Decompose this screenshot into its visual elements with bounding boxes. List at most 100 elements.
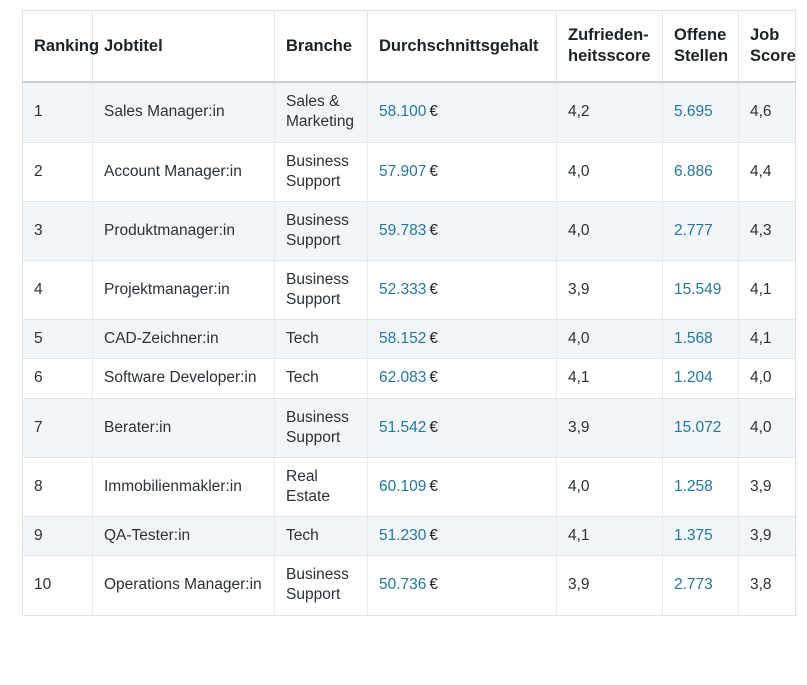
cell-offene-stellen: 15.549 xyxy=(662,260,739,321)
column-header-jobtitel[interactable]: Jobtitel xyxy=(92,10,275,84)
cell-durchschnittsgehalt: 51.542 € xyxy=(367,398,557,458)
cell-jobtitel: Immobilienmakler:in xyxy=(92,457,275,518)
table-row[interactable]: 10 Operations Manager:in Business Support 5… xyxy=(22,555,796,616)
salary-value[interactable]: 62.083 xyxy=(379,369,426,386)
cell-job-score: 4,0 xyxy=(738,358,796,399)
cell-ranking: 5 xyxy=(22,319,93,360)
table-row[interactable]: 8 Immobilienmakler:in Real Estate 60.109 €4,… xyxy=(22,457,796,518)
cell-job-score: 4,1 xyxy=(738,260,796,321)
cell-ranking: 4 xyxy=(22,260,93,321)
cell-jobtitel: QA-Tester:in xyxy=(92,516,275,557)
cell-durchschnittsgehalt: 62.083 € xyxy=(367,358,557,399)
open-positions-value[interactable]: 5.695 xyxy=(674,103,713,120)
cell-branche: Tech xyxy=(274,516,368,557)
open-positions-value[interactable]: 1.258 xyxy=(674,478,713,495)
cell-jobtitel: Operations Manager:in xyxy=(92,555,275,616)
column-header-ranking[interactable]: Ranking xyxy=(22,10,99,84)
salary-value[interactable]: 51.230 xyxy=(379,527,426,544)
cell-branche: Business Support xyxy=(274,398,368,458)
cell-branche: Real Estate xyxy=(274,457,368,518)
open-positions-value[interactable]: 1.375 xyxy=(674,527,713,544)
cell-job-score: 3,8 xyxy=(738,555,796,616)
cell-offene-stellen: 1.568 xyxy=(662,319,739,360)
euro-symbol: € xyxy=(429,369,439,387)
cell-jobtitel: Berater:in xyxy=(92,398,275,458)
table-body: 1 Sales Manager:in Sales & Marketing 58.100… xyxy=(22,82,796,616)
table-header-row: Ranking Jobtitel Branche Durchschnittsge… xyxy=(22,10,796,84)
cell-branche: Business Support xyxy=(274,201,368,262)
cell-zufriedenheitsscore: 4,0 xyxy=(556,142,663,202)
open-positions-value[interactable]: 15.072 xyxy=(674,419,721,436)
cell-ranking: 2 xyxy=(22,142,93,202)
column-header-job-score[interactable]: Job Score xyxy=(738,10,796,84)
cell-ranking: 7 xyxy=(22,398,93,458)
cell-durchschnittsgehalt: 50.736 € xyxy=(367,555,557,616)
euro-symbol: € xyxy=(429,162,439,180)
cell-offene-stellen: 2.777 xyxy=(662,201,739,262)
cell-job-score: 4,0 xyxy=(738,398,796,458)
cell-branche: Business Support xyxy=(274,260,368,321)
cell-ranking: 6 xyxy=(22,358,93,399)
open-positions-value[interactable]: 2.777 xyxy=(674,222,713,239)
cell-job-score: 3,9 xyxy=(738,457,796,518)
cell-zufriedenheitsscore: 3,9 xyxy=(556,260,663,321)
open-positions-value[interactable]: 2.773 xyxy=(674,576,713,593)
cell-durchschnittsgehalt: 51.230 € xyxy=(367,516,557,557)
cell-zufriedenheitsscore: 3,9 xyxy=(556,555,663,616)
cell-zufriedenheitsscore: 4,2 xyxy=(556,82,663,143)
job-ranking-table: Ranking Jobtitel Branche Durchschnittsge… xyxy=(22,10,796,616)
open-positions-value[interactable]: 6.886 xyxy=(674,163,713,180)
table-row[interactable]: 5 CAD-Zeichner:in Tech 58.152 €4,0 1.568 4,1 xyxy=(22,319,796,360)
table-row[interactable]: 6 Software Developer:in Tech 62.083 €4,1 1.20… xyxy=(22,358,796,399)
cell-durchschnittsgehalt: 60.109 € xyxy=(367,457,557,518)
table-row[interactable]: 9 QA-Tester:in Tech 51.230 €4,1 1.375 3,9 xyxy=(22,516,796,557)
open-positions-value[interactable]: 15.549 xyxy=(674,281,721,298)
open-positions-value[interactable]: 1.204 xyxy=(674,369,713,386)
cell-ranking: 9 xyxy=(22,516,93,557)
cell-branche: Business Support xyxy=(274,142,368,202)
table-row[interactable]: 7 Berater:in Business Support 51.542 €3,9 15.… xyxy=(22,398,796,458)
cell-offene-stellen: 1.204 xyxy=(662,358,739,399)
cell-offene-stellen: 1.258 xyxy=(662,457,739,518)
cell-job-score: 4,3 xyxy=(738,201,796,262)
cell-ranking: 1 xyxy=(22,82,93,143)
salary-value[interactable]: 51.542 xyxy=(379,419,426,436)
cell-job-score: 3,9 xyxy=(738,516,796,557)
table-row[interactable]: 1 Sales Manager:in Sales & Marketing 58.100… xyxy=(22,82,796,143)
cell-zufriedenheitsscore: 4,0 xyxy=(556,457,663,518)
euro-symbol: € xyxy=(429,477,439,495)
cell-offene-stellen: 1.375 xyxy=(662,516,739,557)
euro-symbol: € xyxy=(429,103,439,121)
salary-value[interactable]: 58.100 xyxy=(379,103,426,120)
cell-durchschnittsgehalt: 58.100 € xyxy=(367,82,557,143)
column-header-zufriedenheitsscore[interactable]: Zufrieden-heitsscore xyxy=(556,10,663,84)
cell-job-score: 4,6 xyxy=(738,82,796,143)
table-row[interactable]: 3 Produktmanager:in Business Support 59.783… xyxy=(22,201,796,262)
salary-value[interactable]: 58.152 xyxy=(379,330,426,347)
salary-value[interactable]: 52.333 xyxy=(379,281,426,298)
salary-value[interactable]: 50.736 xyxy=(379,576,426,593)
cell-durchschnittsgehalt: 59.783 € xyxy=(367,201,557,262)
cell-branche: Tech xyxy=(274,358,368,399)
euro-symbol: € xyxy=(429,221,439,239)
table-header: Ranking Jobtitel Branche Durchschnittsge… xyxy=(22,10,796,84)
cell-jobtitel: Sales Manager:in xyxy=(92,82,275,143)
table-row[interactable]: 2 Account Manager:in Business Support 57.90… xyxy=(22,142,796,202)
cell-jobtitel: Account Manager:in xyxy=(92,142,275,202)
ranking-table-container: Ranking Jobtitel Branche Durchschnittsge… xyxy=(0,0,807,616)
cell-job-score: 4,4 xyxy=(738,142,796,202)
column-header-offene-stellen[interactable]: Offene Stellen xyxy=(662,10,739,84)
salary-value[interactable]: 59.783 xyxy=(379,222,426,239)
open-positions-value[interactable]: 1.568 xyxy=(674,330,713,347)
column-header-durchschnittsgehalt[interactable]: Durchschnittsgehalt xyxy=(367,10,557,84)
cell-branche: Tech xyxy=(274,319,368,360)
table-row[interactable]: 4 Projektmanager:in Business Support 52.333… xyxy=(22,260,796,321)
cell-zufriedenheitsscore: 4,1 xyxy=(556,516,663,557)
salary-value[interactable]: 60.109 xyxy=(379,478,426,495)
euro-symbol: € xyxy=(429,330,439,348)
salary-value[interactable]: 57.907 xyxy=(379,163,426,180)
cell-jobtitel: Projektmanager:in xyxy=(92,260,275,321)
column-header-branche[interactable]: Branche xyxy=(274,10,368,84)
cell-zufriedenheitsscore: 4,0 xyxy=(556,319,663,360)
euro-symbol: € xyxy=(429,576,439,594)
